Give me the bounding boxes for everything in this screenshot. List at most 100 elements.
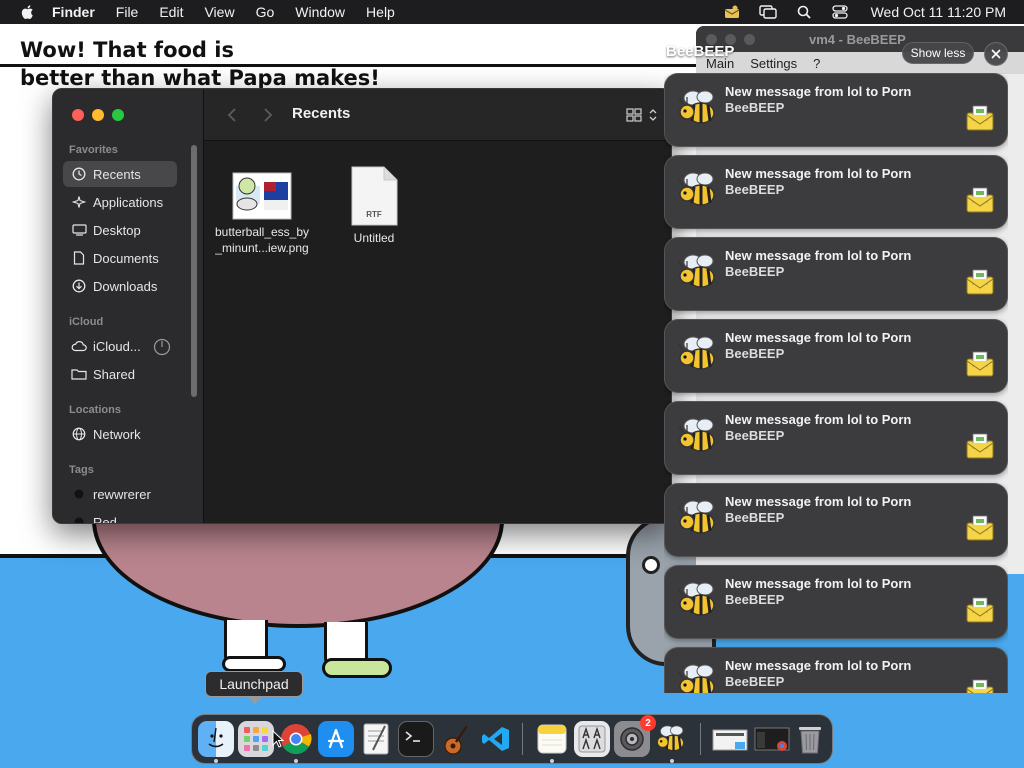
dock-item-downloads-stack[interactable]	[710, 721, 750, 757]
beebeep-menu-settings[interactable]: Settings	[750, 56, 797, 71]
menu-app-name[interactable]: Finder	[52, 0, 95, 24]
sidebar-item-tag[interactable]: Red	[63, 509, 177, 523]
spotlight-search-icon[interactable]	[795, 5, 813, 19]
notification-card[interactable]: New message from lol to Porn BeeBEEP	[664, 319, 1008, 393]
wallpaper-robot-eye	[642, 556, 660, 574]
menu-help[interactable]: Help	[366, 0, 395, 24]
launchpad-icon	[244, 727, 268, 751]
sidebar-item-label: Downloads	[93, 278, 158, 294]
terminal-icon	[405, 731, 420, 742]
menu-edit[interactable]: Edit	[159, 0, 183, 24]
dock-item-launchpad[interactable]	[238, 721, 274, 757]
notification-card[interactable]: New message from lol to Porn BeeBEEP	[664, 401, 1008, 475]
forward-button[interactable]	[258, 105, 278, 125]
dock-item-app-store[interactable]	[318, 721, 354, 757]
notification-title: New message from lol to Porn	[725, 248, 912, 263]
dock-item-window-thumbnail[interactable]	[752, 721, 792, 757]
close-window-icon[interactable]	[72, 109, 84, 121]
notification-card[interactable]: New message from lol to Porn BeeBEEP	[664, 155, 1008, 229]
sidebar-item-shared[interactable]: Shared	[63, 361, 177, 387]
sync-progress-icon	[153, 338, 171, 356]
menu-go[interactable]: Go	[256, 0, 275, 24]
guitar-icon	[444, 725, 468, 755]
sidebar-item-recents[interactable]: Recents	[63, 161, 177, 187]
zoom-window-icon[interactable]	[112, 109, 124, 121]
sidebar-item-label: Network	[93, 426, 141, 442]
sidebar-item-label: Recents	[93, 166, 141, 182]
sidebar-section-tags: Tags	[69, 464, 94, 476]
sidebar-item-applications[interactable]: Applications	[63, 189, 177, 215]
dock-item-font-book[interactable]	[574, 721, 610, 757]
menu-bar-status-area: Wed Oct 11 11:20 PM	[723, 0, 1006, 24]
control-center-icon[interactable]	[831, 5, 849, 19]
menu-view[interactable]: View	[204, 0, 234, 24]
menu-bar-clock[interactable]: Wed Oct 11 11:20 PM	[871, 4, 1006, 20]
sidebar-section-icloud: iCloud	[69, 316, 104, 328]
sidebar-item-downloads[interactable]: Downloads	[63, 273, 177, 299]
dock-item-garageband[interactable]	[438, 721, 474, 757]
mail-icon	[966, 105, 994, 131]
notification-card[interactable]: New message from lol to Porn BeeBEEP	[664, 565, 1008, 639]
finder-window-controls	[72, 109, 132, 121]
dock-item-system-settings[interactable]: 2	[614, 715, 656, 757]
clock-icon	[71, 167, 87, 181]
notification-title: New message from lol to Porn	[725, 412, 912, 427]
apple-icon[interactable]	[20, 4, 34, 20]
trash-icon	[799, 727, 821, 754]
notification-card[interactable]: New message from lol to Porn BeeBEEP	[664, 647, 1008, 693]
dock-item-terminal[interactable]	[398, 721, 434, 757]
back-button[interactable]	[222, 105, 242, 125]
sidebar-item-network[interactable]: Network	[63, 421, 177, 447]
notification-card[interactable]: New message from lol to Porn BeeBEEP	[664, 483, 1008, 557]
dock-item-trash[interactable]	[792, 721, 828, 757]
view-mode-button[interactable]	[626, 105, 662, 125]
wallpaper-caption-line1: Wow! That food is	[20, 38, 234, 62]
sidebar-scrollbar[interactable]	[191, 145, 197, 397]
menu-bar: Finder File Edit View Go Window Help Wed…	[0, 0, 1024, 24]
file-item[interactable]: RTF Untitled	[314, 166, 434, 246]
dock-running-indicator	[214, 759, 218, 763]
mail-icon	[966, 269, 994, 295]
sidebar-item-label: Desktop	[93, 222, 141, 238]
dock-item-beebeep[interactable]	[654, 721, 690, 757]
notification-subtitle: BeeBEEP	[725, 674, 785, 689]
dock-item-vscode[interactable]	[478, 721, 514, 757]
dock-item-finder[interactable]	[198, 721, 234, 757]
zoom-window-icon[interactable]	[744, 33, 755, 45]
file-item[interactable]: butterball_ess_by _minunt...iew.png	[202, 172, 322, 256]
beebeep-status-icon[interactable]	[723, 5, 741, 19]
tag-dot-icon	[71, 487, 87, 501]
dock-item-notes[interactable]	[534, 721, 570, 757]
menu-window[interactable]: Window	[295, 0, 345, 24]
finder-window-title: Recents	[292, 105, 351, 122]
bee-icon	[678, 172, 715, 206]
dock-item-textedit[interactable]	[358, 721, 394, 757]
beebeep-menu-help[interactable]: ?	[813, 56, 820, 71]
notification-card[interactable]: New message from lol to Porn BeeBEEP	[664, 73, 1008, 147]
mouse-cursor-icon	[272, 730, 284, 748]
dock-separator	[522, 723, 523, 755]
finder-sidebar: Favorites Recents Applications Desktop D…	[53, 89, 203, 523]
file-name-line1: Untitled	[353, 231, 395, 245]
bee-icon	[678, 500, 715, 534]
sidebar-item-documents[interactable]: Documents	[63, 245, 177, 271]
dock: 2	[191, 714, 833, 764]
sidebar-item-desktop[interactable]: Desktop	[63, 217, 177, 243]
sidebar-item-tag[interactable]: rewwrerer	[63, 481, 177, 507]
minimize-window-icon[interactable]	[92, 109, 104, 121]
notification-title: New message from lol to Porn	[725, 658, 912, 673]
dock-tooltip: Launchpad	[205, 671, 303, 697]
notification-subtitle: BeeBEEP	[725, 264, 785, 279]
screen-mirroring-icon[interactable]	[758, 5, 777, 19]
sidebar-section-favorites: Favorites	[69, 144, 118, 156]
beebeep-titlebar[interactable]: vm4 - BeeBEEP	[696, 26, 1024, 52]
dock-running-indicator	[670, 759, 674, 763]
notification-stack: New message from lol to Porn BeeBEEP New…	[664, 73, 1008, 693]
show-less-button[interactable]: Show less	[902, 42, 974, 64]
tag-dot-icon	[71, 515, 87, 523]
menu-file[interactable]: File	[116, 0, 139, 24]
close-icon	[991, 49, 1001, 59]
notification-card[interactable]: New message from lol to Porn BeeBEEP	[664, 237, 1008, 311]
font-book-icon	[578, 725, 606, 753]
clear-notifications-button[interactable]	[984, 42, 1008, 66]
